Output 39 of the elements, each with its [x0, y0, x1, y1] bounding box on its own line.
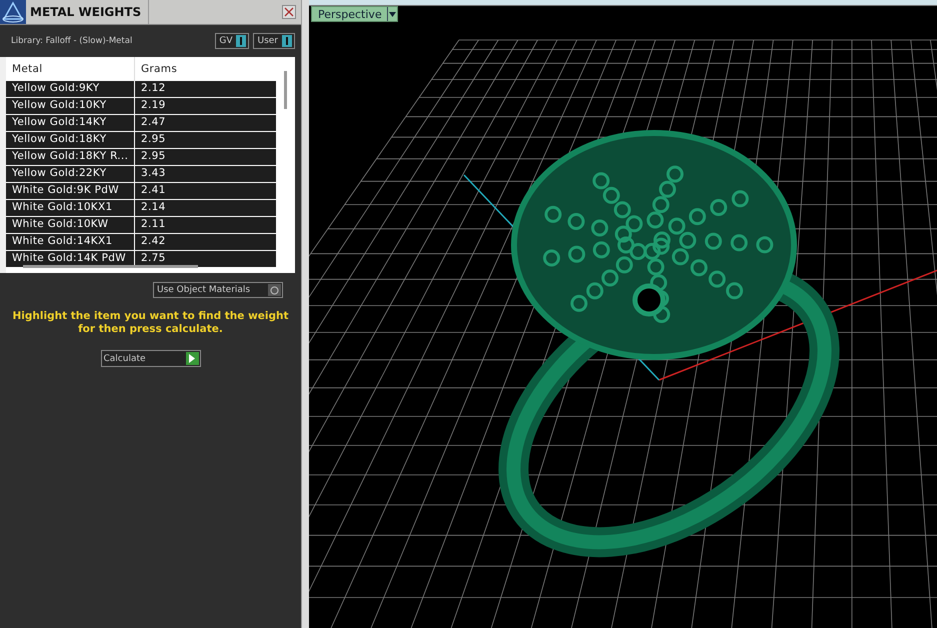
table-cell[interactable]: 2.41: [134, 183, 276, 199]
use-object-materials-button[interactable]: Use Object Materials: [153, 282, 283, 298]
table-cell[interactable]: White Gold:10KW: [6, 217, 134, 233]
table-cell[interactable]: 2.95: [134, 149, 276, 165]
table-cell[interactable]: 2.42: [134, 234, 276, 250]
pyramid-logo-icon: [0, 0, 26, 24]
table-cell[interactable]: Yellow Gold:9KY: [6, 81, 134, 97]
view-menu-button[interactable]: Perspective: [311, 6, 398, 22]
table-cell[interactable]: White Gold:9K PdW: [6, 183, 134, 199]
toggle-button[interactable]: GV: [215, 33, 250, 49]
instruction-text: Highlight the item you want to find the weight for then press calculate.: [12, 310, 290, 336]
radio-icon: [270, 286, 279, 294]
play-icon: [188, 354, 196, 363]
table-cell[interactable]: 2.47: [134, 115, 276, 131]
table-cell[interactable]: 2.14: [134, 200, 276, 216]
table-cell[interactable]: White Gold:10KX1: [6, 200, 134, 216]
toggle-button[interactable]: User: [253, 33, 295, 49]
dropdown-caret-icon: [388, 12, 396, 16]
table-cell[interactable]: Yellow Gold:10KY: [6, 98, 134, 114]
table-cell[interactable]: Yellow Gold:14KY: [6, 115, 134, 131]
library-label: Library: Falloff - (Slow)-Metal: [11, 36, 134, 46]
table-cell[interactable]: 3.43: [134, 166, 276, 182]
vertical-scrollbar[interactable]: [284, 71, 287, 109]
table-cell[interactable]: White Gold:14KX1: [6, 234, 134, 250]
toggle-indicator-icon: [282, 35, 292, 47]
table-cell[interactable]: Yellow Gold:18KY R...: [6, 149, 134, 165]
panel-title: METAL WEIGHTS: [29, 5, 142, 19]
table-cell[interactable]: Yellow Gold:18KY: [6, 132, 134, 148]
close-button[interactable]: [282, 5, 296, 19]
table-cell[interactable]: 2.95: [134, 132, 276, 148]
toggle-indicator-icon: [236, 35, 246, 47]
table-cell[interactable]: 2.75: [134, 251, 276, 267]
table-cell[interactable]: Yellow Gold:22KY: [6, 166, 134, 182]
table-cell[interactable]: 2.11: [134, 217, 276, 233]
horizontal-scrollbar[interactable]: [23, 265, 198, 268]
close-icon: [284, 7, 294, 17]
table-cell[interactable]: 2.12: [134, 81, 276, 97]
calculate-button[interactable]: Calculate: [100, 350, 200, 367]
table-cell[interactable]: 2.19: [134, 98, 276, 114]
